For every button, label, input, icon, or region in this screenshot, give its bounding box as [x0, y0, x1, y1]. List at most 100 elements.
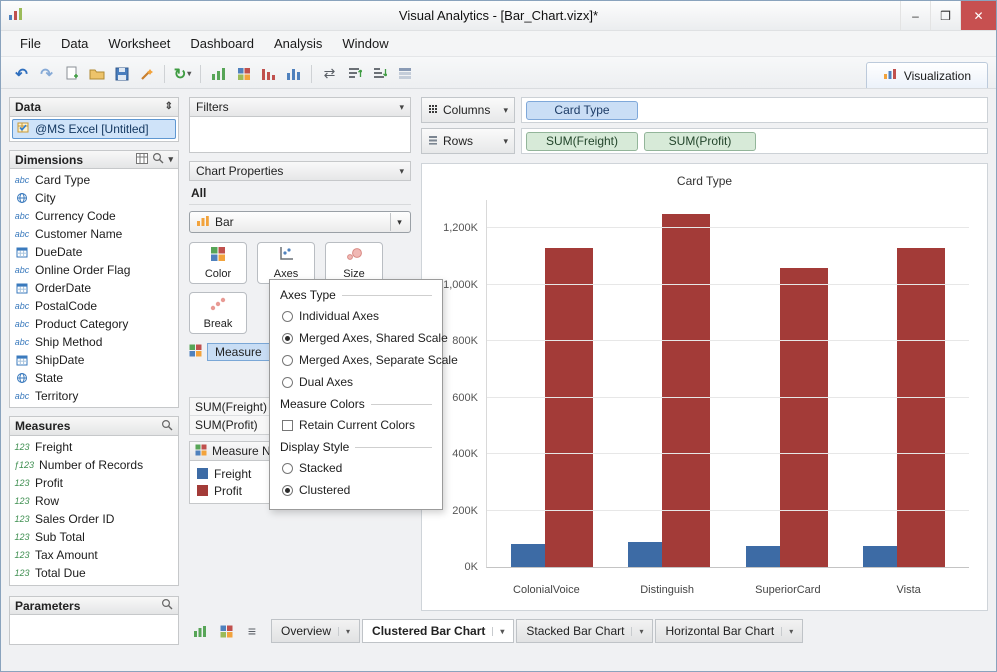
visualization-tab[interactable]: Visualization [865, 62, 988, 88]
chevron-down-icon[interactable]: ▾ [390, 213, 408, 231]
dimension-online-order-flag[interactable]: abc Online Order Flag [10, 261, 178, 279]
dimension-card-type[interactable]: abc Card Type [10, 171, 178, 189]
sheet-tab-stacked-bar-chart[interactable]: Stacked Bar Chart ▾ [516, 619, 654, 643]
search-icon[interactable] [161, 598, 173, 613]
menu-data[interactable]: Data [52, 33, 97, 54]
radio-icon[interactable] [282, 332, 293, 344]
dimension-currency-code[interactable]: abc Currency Code [10, 207, 178, 225]
bar-freight-distinguish[interactable] [628, 541, 663, 567]
menu-window[interactable]: Window [333, 33, 397, 54]
undo-icon[interactable]: ↶ [9, 63, 34, 85]
chevron-down-icon[interactable]: ▾ [631, 626, 643, 636]
measure-tax-amount[interactable]: 123 Tax Amount [10, 546, 178, 564]
radio-merged-axes-shared-scale[interactable]: Merged Axes, Shared Scale [282, 331, 448, 345]
sort-ascending-icon[interactable] [342, 63, 367, 85]
columns-shelf[interactable]: Card Type [521, 97, 988, 123]
new-crosstab-icon[interactable] [215, 621, 237, 641]
dimension-postalcode[interactable]: abc PostalCode [10, 297, 178, 315]
sheet-list-icon[interactable]: ≡ [241, 621, 263, 641]
dimension-product-category[interactable]: abc Product Category [10, 315, 178, 333]
column-pill-card-type[interactable]: Card Type [526, 100, 638, 120]
measure-pill[interactable]: Measure [207, 343, 270, 361]
dimension-duedate[interactable]: DueDate [10, 243, 178, 261]
open-icon[interactable] [84, 63, 109, 85]
rows-shelf[interactable]: SUM(Freight) SUM(Profit) [521, 128, 988, 154]
row-pill-sum-profit-[interactable]: SUM(Profit) [644, 131, 756, 151]
measure-profit[interactable]: 123 Profit [10, 474, 178, 492]
radio-icon[interactable] [282, 354, 293, 366]
collapse-expand-icon[interactable]: ⇕ [165, 101, 173, 112]
bar-chart-red-icon[interactable] [256, 63, 281, 85]
chevron-down-icon[interactable]: ▾ [503, 136, 508, 147]
table-view-icon[interactable] [136, 152, 149, 167]
format-brush-icon[interactable] [134, 63, 159, 85]
bar-chart-blue-icon[interactable] [281, 63, 306, 85]
radio-individual-axes[interactable]: Individual Axes [282, 309, 432, 323]
radio-icon[interactable] [282, 376, 293, 388]
radio-dual-axes[interactable]: Dual Axes [282, 375, 432, 389]
sheet-tab-clustered-bar-chart[interactable]: Clustered Bar Chart ▾ [362, 619, 515, 643]
size-button[interactable]: Size [325, 242, 383, 284]
new-sheet-icon[interactable] [59, 63, 84, 85]
chevron-down-icon[interactable]: ▾ [492, 626, 504, 636]
radio-icon[interactable] [282, 310, 293, 322]
dimension-city[interactable]: City [10, 189, 178, 207]
menu-worksheet[interactable]: Worksheet [99, 33, 179, 54]
search-icon[interactable] [161, 419, 173, 434]
filters-shelf[interactable] [189, 117, 411, 153]
measure-sub-total[interactable]: 123 Sub Total [10, 528, 178, 546]
bar-freight-vista[interactable] [863, 545, 898, 567]
swap-axes-icon[interactable]: ⇄ [317, 63, 342, 85]
checkbox-retain-current-colors[interactable]: Retain Current Colors [282, 418, 432, 432]
row-pill-sum-freight-[interactable]: SUM(Freight) [526, 131, 638, 151]
chevron-down-icon[interactable]: ▾ [338, 626, 350, 636]
crosstab-icon[interactable] [231, 63, 256, 85]
summary-icon[interactable] [392, 63, 417, 85]
measure-sales-order-id[interactable]: 123 Sales Order ID [10, 510, 178, 528]
dimension-territory[interactable]: abc Territory [10, 387, 178, 405]
chevron-down-icon[interactable]: ▾ [781, 626, 793, 636]
measure-number-of-records[interactable]: ƒ 123 Number of Records [10, 456, 178, 474]
break-button[interactable]: Break [189, 292, 247, 334]
bar-profit-vista[interactable] [897, 248, 946, 567]
bar-profit-colonialvoice[interactable] [544, 248, 593, 567]
parameters-header[interactable]: Parameters [9, 595, 179, 616]
radio-clustered[interactable]: Clustered [282, 483, 432, 497]
new-viewsheet-icon[interactable] [189, 621, 211, 641]
chevron-down-icon[interactable]: ▾ [503, 105, 508, 116]
insert-chart-icon[interactable] [206, 63, 231, 85]
dimensions-header[interactable]: Dimensions ▾ [9, 149, 179, 170]
close-button[interactable]: ✕ [960, 1, 996, 30]
bar-profit-distinguish[interactable] [662, 214, 711, 567]
measure-total-due[interactable]: 123 Total Due [10, 564, 178, 582]
color-button[interactable]: Color [189, 242, 247, 284]
filters-header[interactable]: Filters ▾ [189, 97, 411, 117]
sheet-tab-overview[interactable]: Overview ▾ [271, 619, 361, 643]
checkbox-icon[interactable] [282, 419, 293, 431]
chart-type-select[interactable]: Bar ▾ [189, 211, 411, 233]
measure-row[interactable]: 123 Row [10, 492, 178, 510]
radio-icon[interactable] [282, 484, 293, 496]
bar-freight-colonialvoice[interactable] [510, 544, 545, 567]
chart-properties-header[interactable]: Chart Properties ▾ [189, 161, 411, 181]
data-source-item[interactable]: @MS Excel [Untitled] [12, 118, 176, 139]
axes-button[interactable]: Axes [257, 242, 315, 284]
dimension-orderdate[interactable]: OrderDate [10, 279, 178, 297]
menu-file[interactable]: File [11, 33, 50, 54]
search-icon[interactable] [152, 152, 164, 167]
save-icon[interactable] [109, 63, 134, 85]
dimension-customer-name[interactable]: abc Customer Name [10, 225, 178, 243]
sort-descending-icon[interactable] [367, 63, 392, 85]
radio-stacked[interactable]: Stacked [282, 461, 432, 475]
data-panel-header[interactable]: Data ⇕ [9, 97, 179, 117]
rows-shelf-button[interactable]: Rows ▾ [421, 128, 515, 154]
columns-shelf-button[interactable]: Columns ▾ [421, 97, 515, 123]
measures-header[interactable]: Measures [9, 416, 179, 437]
menu-dashboard[interactable]: Dashboard [181, 33, 263, 54]
bar-freight-superiorcard[interactable] [745, 545, 780, 567]
menu-analysis[interactable]: Analysis [265, 33, 331, 54]
sheet-tab-horizontal-bar-chart[interactable]: Horizontal Bar Chart ▾ [655, 619, 804, 643]
minimize-button[interactable]: – [900, 1, 930, 30]
dimension-state[interactable]: State [10, 369, 178, 387]
refresh-icon[interactable]: ↻ ▾ [170, 63, 195, 85]
